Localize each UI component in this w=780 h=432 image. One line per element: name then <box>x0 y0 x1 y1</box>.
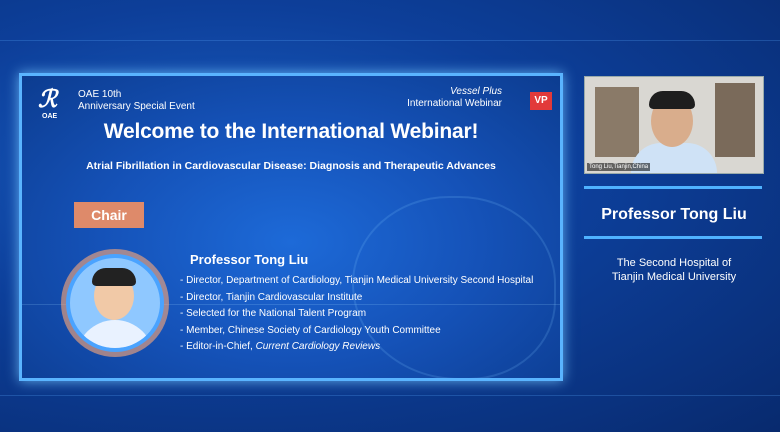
bookshelf <box>715 83 755 157</box>
speaker-bio: - Director, Department of Cardiology, Ti… <box>180 273 533 356</box>
event-label: OAE 10th Anniversary Special Event <box>78 89 195 113</box>
event-line-2: Anniversary Special Event <box>78 101 195 112</box>
oae-logo: ℛ OAE <box>38 86 68 121</box>
speaker-hair <box>649 91 695 109</box>
speaker-affiliation: The Second Hospital of Tianjin Medical U… <box>574 256 774 284</box>
bio-item: - Director, Tianjin Cardiovascular Insti… <box>180 291 363 303</box>
publisher-label: Vessel Plus International Webinar <box>407 86 502 110</box>
bookshelf <box>595 87 639 157</box>
video-caption: Tong Liu,Tianjin,China <box>587 163 651 171</box>
presentation-slide: ℛ OAE OAE 10th Anniversary Special Event… <box>22 76 560 378</box>
speaker-video[interactable]: Tong Liu,Tianjin,China <box>584 76 764 174</box>
event-line-1: OAE 10th <box>78 89 122 100</box>
affiliation-line-1: The Second Hospital of <box>616 257 732 269</box>
publisher-line-1: Vessel Plus <box>450 86 502 97</box>
speaker-name: Professor Tong Liu <box>190 252 309 267</box>
bio-item: - Member, Chinese Society of Cardiology … <box>180 324 441 336</box>
journal-name: Current Cardiology Reviews <box>255 341 381 352</box>
speaker-name-banner: Professor Tong Liu <box>601 206 747 223</box>
bio-item: - Director, Department of Cardiology, Ti… <box>180 275 534 286</box>
slide-subtitle: Atrial Fibrillation in Cardiovascular Di… <box>86 160 496 172</box>
bio-prefix: - Editor-in-Chief, <box>180 341 256 352</box>
role-badge: Chair <box>74 202 144 228</box>
divider-line <box>584 186 762 189</box>
speaker-photo <box>66 254 164 352</box>
bg-line <box>0 40 780 41</box>
bio-item: - Selected for the National Talent Progr… <box>180 308 367 319</box>
publisher-line-2: International Webinar <box>407 98 502 109</box>
affiliation-line-2: Tianjin Medical University <box>611 271 737 283</box>
slide-title: Welcome to the International Webinar! <box>103 120 479 143</box>
avatar-hair <box>92 268 136 286</box>
bio-item: - Editor-in-Chief, Current Cardiology Re… <box>180 339 533 356</box>
vp-badge: VP <box>530 92 552 110</box>
avatar-shirt <box>76 320 154 348</box>
bg-line <box>0 395 780 396</box>
divider-line <box>584 236 762 239</box>
